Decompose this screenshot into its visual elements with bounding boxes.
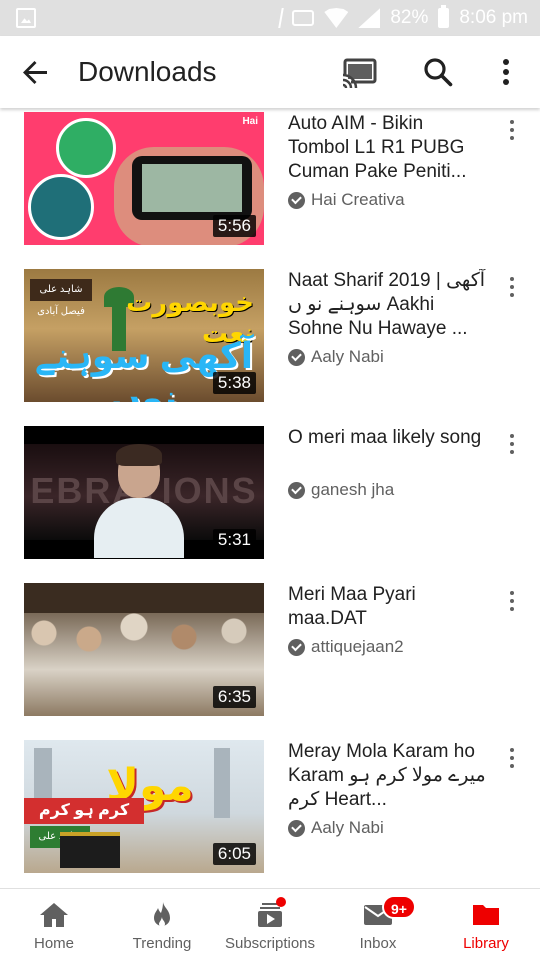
nav-subscriptions[interactable]: Subscriptions <box>216 889 324 960</box>
nav-trending[interactable]: Trending <box>108 889 216 960</box>
channel-row: Hai Creativa <box>288 190 405 210</box>
video-duration: 5:38 <box>212 372 256 394</box>
video-thumbnail[interactable]: EBRATIONS 5:31 <box>24 426 264 559</box>
channel-name: attiquejaan2 <box>311 637 404 656</box>
nav-label: Trending <box>132 935 192 952</box>
video-thumbnail[interactable]: مولا کرم ہو کرم شاہد علی 6:05 <box>24 740 264 873</box>
check-circle-icon <box>288 191 305 209</box>
video-duration: 6:35 <box>212 686 256 708</box>
thumbnail-graphic <box>56 118 116 178</box>
wifi-icon <box>324 8 349 28</box>
thumbnail-tag: Hai <box>242 116 258 127</box>
check-circle-icon <box>288 819 305 837</box>
channel-row: ganesh jha <box>288 480 394 500</box>
new-content-dot <box>276 897 286 907</box>
item-menu-icon[interactable] <box>500 277 524 303</box>
nav-label: Library <box>463 935 509 952</box>
battery-percent: 82% <box>390 7 429 28</box>
search-icon[interactable] <box>420 54 456 90</box>
thumbnail-graphic <box>28 174 94 240</box>
page-title: Downloads <box>78 56 217 87</box>
nav-library[interactable]: Library <box>432 889 540 960</box>
item-menu-icon[interactable] <box>500 748 524 774</box>
thumbnail-text: شاہد علی فیصل آبادی <box>30 279 92 317</box>
video-duration: 6:05 <box>212 843 256 865</box>
download-list: Hai 5:56 Auto AIM - Bikin Tombol L1 R1 P… <box>0 108 540 893</box>
battery-icon <box>438 5 450 28</box>
list-item[interactable]: شاہد علی فیصل آبادی خوبصورت نعت آکھی سوہ… <box>0 265 540 422</box>
thumbnail-graphic <box>24 583 264 613</box>
app-bar: Downloads <box>0 36 540 108</box>
list-item[interactable]: Hai 5:56 Auto AIM - Bikin Tombol L1 R1 P… <box>0 108 540 265</box>
channel-row: attiquejaan2 <box>288 637 404 657</box>
channel-row: Aaly Nabi <box>288 347 384 367</box>
folder-icon <box>473 905 499 925</box>
status-icons: 82% 8:06 pm <box>268 0 528 36</box>
video-duration: 5:56 <box>212 215 256 237</box>
channel-name: Hai Creativa <box>311 190 405 209</box>
more-options-icon[interactable] <box>490 54 522 90</box>
video-title: Auto AIM - Bikin Tombol L1 R1 PUBG Cuman… <box>288 113 467 182</box>
bottom-navigation: Home Trending Subscriptions 9+ Inbox Lib… <box>0 888 540 960</box>
channel-name: Aaly Nabi <box>311 818 384 837</box>
nav-label: Subscriptions <box>224 935 316 952</box>
vibrate-icon <box>292 10 315 26</box>
thumbnail-graphic <box>94 444 184 558</box>
thumbnail-graphic <box>132 156 252 220</box>
nav-home[interactable]: Home <box>0 889 108 960</box>
back-arrow-icon[interactable] <box>18 54 54 90</box>
check-circle-icon <box>288 638 305 656</box>
check-circle-icon <box>288 348 305 366</box>
gallery-notification-icon <box>16 8 36 28</box>
status-bar: 82% 8:06 pm <box>0 0 540 36</box>
item-menu-icon[interactable] <box>500 591 524 617</box>
channel-row: Aaly Nabi <box>288 818 384 838</box>
cast-icon[interactable] <box>340 54 380 90</box>
nav-inbox[interactable]: 9+ Inbox <box>324 889 432 960</box>
video-title: O meri maa likely song <box>288 427 482 448</box>
video-title: Meray Mola Karam ho Karam میرے مولا کرم … <box>288 741 486 810</box>
clock: 8:06 pm <box>459 7 528 28</box>
video-thumbnail[interactable]: Hai 5:56 <box>24 112 264 245</box>
home-icon <box>40 903 68 927</box>
nav-label: Inbox <box>359 935 397 952</box>
nav-label: Home <box>33 935 74 952</box>
list-item[interactable]: EBRATIONS 5:31 O meri maa likely song ga… <box>0 422 540 579</box>
flame-icon <box>154 902 170 927</box>
video-title: Meri Maa Pyari maa.DAT <box>288 584 416 629</box>
signal-icon <box>358 8 381 28</box>
video-thumbnail[interactable]: 6:35 <box>24 583 264 716</box>
channel-name: Aaly Nabi <box>311 347 384 366</box>
video-title: Naat Sharif 2019 | آکھی سوہنے نو ں Aakhi… <box>288 270 486 339</box>
bluetooth-icon <box>268 8 285 28</box>
list-item[interactable]: مولا کرم ہو کرم شاہد علی 6:05 Meray Mola… <box>0 736 540 893</box>
thumbnail-text: کرم ہو کرم <box>24 798 144 824</box>
video-thumbnail[interactable]: شاہد علی فیصل آبادی خوبصورت نعت آکھی سوہ… <box>24 269 264 402</box>
thumbnail-graphic <box>60 832 120 868</box>
channel-name: ganesh jha <box>311 480 395 499</box>
item-menu-icon[interactable] <box>500 120 524 146</box>
list-item[interactable]: 6:35 Meri Maa Pyari maa.DAT attiquejaan2 <box>0 579 540 736</box>
video-duration: 5:31 <box>212 529 256 551</box>
item-menu-icon[interactable] <box>500 434 524 460</box>
thumbnail-text: خوبصورت نعت <box>126 287 254 348</box>
inbox-badge: 9+ <box>382 895 416 919</box>
check-circle-icon <box>288 481 305 499</box>
